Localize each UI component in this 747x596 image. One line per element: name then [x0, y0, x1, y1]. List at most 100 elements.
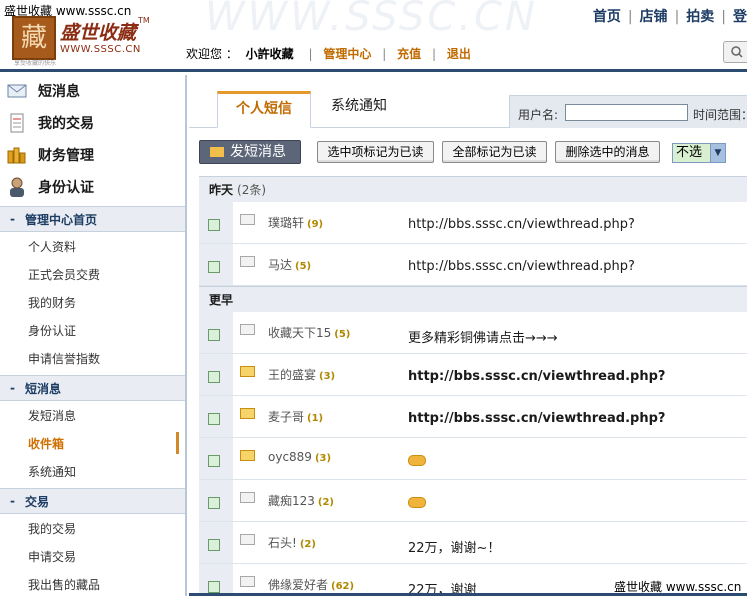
time-range-label: 时间范围： [693, 108, 747, 122]
sidebar-link-apply-trade[interactable]: 申请交易 [0, 542, 185, 570]
envelope-read-icon [240, 256, 255, 267]
nav-home[interactable]: 首页 [593, 9, 621, 25]
row-checkbox[interactable] [208, 455, 220, 467]
selection-dropdown[interactable]: 不选 ▼ [672, 143, 726, 163]
compose-message-button[interactable]: 发短消息 [199, 140, 301, 164]
sidebar-item-finance[interactable]: 财务管理 [0, 139, 185, 171]
row-sender[interactable]: 藏痴123 (2) [268, 492, 334, 509]
user-bar: 欢迎您 ： 小許收藏 | 管理中心 | 充值 | 退出 [186, 47, 471, 61]
table-row[interactable]: 璞璐轩 (9) http://bbs.sssc.cn/viewthread.php… [199, 202, 747, 244]
envelope-read-icon [240, 492, 255, 503]
row-checkbox[interactable] [208, 539, 220, 551]
delete-selected-button[interactable]: 删除选中的消息 [555, 141, 660, 163]
row-subject[interactable]: http://bbs.sssc.cn/viewthread.php? [408, 369, 665, 384]
logo-url: WWW.SSSC.CN [60, 44, 141, 55]
sidebar-item-label: 财务管理 [38, 148, 94, 164]
row-sender[interactable]: 马达 (5) [268, 256, 311, 273]
row-subject[interactable]: http://bbs.sssc.cn/viewthread.php? [408, 411, 665, 426]
nav-auction[interactable]: 拍卖 [686, 9, 714, 25]
row-subject[interactable] [408, 495, 426, 510]
handshake-emoticon-icon [408, 497, 426, 508]
filter-panel: 用户名: 时间范围： [509, 95, 747, 128]
row-sender[interactable]: 石头! (2) [268, 534, 316, 551]
row-sender[interactable]: 王的盛宴 (3) [268, 366, 335, 383]
link-logout[interactable]: 退出 [447, 47, 471, 61]
row-subject[interactable]: http://bbs.sssc.cn/viewthread.php? [408, 259, 635, 274]
welcome-label: 欢迎您 ： [186, 47, 238, 61]
site-header: 盛世收藏 www.sssc.cn WWW.SSSC.CN 藏 盛世收藏 TM W… [0, 0, 747, 72]
envelope-unread-icon [240, 366, 255, 377]
tab-system-notices[interactable]: 系统通知 [313, 91, 405, 128]
table-row[interactable]: oyc889 (3) [199, 438, 747, 480]
message-list: 昨天 (2条) 璞璐轩 (9) http://bbs.sssc.cn/viewthr… [199, 176, 747, 596]
row-sender[interactable]: 收藏天下15 (5) [268, 324, 350, 341]
table-row[interactable]: 石头! (2) 22万，谢谢~！ [199, 522, 747, 564]
row-checkbox[interactable] [208, 219, 220, 231]
sidebar-link-credit-index[interactable]: 申请信誉指数 [0, 344, 185, 372]
username-filter-label: 用户名: [518, 108, 559, 122]
mark-selected-read-button[interactable]: 选中项标记为已读 [317, 141, 434, 163]
logo-seal-icon: 藏 [12, 16, 56, 60]
tab-bar: 个人短信 系统通知 用户名: 时间范围： [189, 75, 747, 128]
search-icon[interactable] [723, 41, 747, 63]
site-logo[interactable]: 藏 盛世收藏 TM WWW.SSSC.CN 享受收藏的快乐 [8, 16, 158, 67]
envelope-icon [6, 80, 28, 102]
link-recharge[interactable]: 充值 [397, 47, 421, 61]
envelope-read-icon [240, 214, 255, 225]
username-filter-input[interactable] [565, 104, 688, 121]
logo-trademark: TM [138, 16, 150, 25]
row-checkbox[interactable] [208, 581, 220, 593]
sidebar-section-trades[interactable]: - 交易 [0, 488, 185, 514]
sidebar-section-admin[interactable]: - 管理中心首页 [0, 206, 185, 232]
table-row[interactable]: 藏痴123 (2) [199, 480, 747, 522]
username[interactable]: 小許收藏 [246, 47, 294, 61]
header-watermark: WWW.SSSC.CN [205, 0, 538, 40]
sidebar-link-compose[interactable]: 发短消息 [0, 401, 185, 429]
row-sender[interactable]: 麦子哥 (1) [268, 408, 323, 425]
nav-shops[interactable]: 店铺 [640, 9, 668, 25]
coins-icon [6, 144, 28, 166]
sidebar-item-messages[interactable]: 短消息 [0, 75, 185, 107]
sidebar-link-my-finance[interactable]: 我的财务 [0, 288, 185, 316]
row-checkbox[interactable] [208, 261, 220, 273]
group-header-earlier: 更早 [199, 286, 747, 312]
logo-tagline: 享受收藏的快乐 [14, 60, 57, 67]
sidebar-link-system-notices[interactable]: 系统通知 [0, 457, 185, 485]
sidebar-section-messages[interactable]: - 短消息 [0, 375, 185, 401]
sidebar-item-trades[interactable]: 我的交易 [0, 107, 185, 139]
sidebar-link-my-trades[interactable]: 我的交易 [0, 514, 185, 542]
sidebar-link-my-listings[interactable]: 我出售的藏品 [0, 570, 185, 596]
sidebar: 短消息 我的交易 财务管理 身份认证 - 管理中心首页 个人资料 正式会员交费 我… [0, 75, 187, 596]
envelope-read-icon [240, 534, 255, 545]
row-subject[interactable]: 更多精彩铜佛请点击→→→ [408, 327, 558, 346]
row-checkbox[interactable] [208, 329, 220, 341]
row-sender[interactable]: 佛缘爱好者 (62) [268, 576, 354, 593]
sidebar-item-label: 短消息 [38, 84, 80, 100]
tab-personal-messages[interactable]: 个人短信 [217, 91, 311, 128]
row-subject[interactable]: 22万，谢谢~！ [408, 537, 500, 556]
logo-name: 盛世收藏 [60, 22, 137, 44]
row-checkbox[interactable] [208, 371, 220, 383]
table-row[interactable]: 马达 (5) http://bbs.sssc.cn/viewthread.php? [199, 244, 747, 286]
row-subject[interactable] [408, 453, 426, 468]
envelope-unread-icon [240, 450, 255, 461]
sidebar-item-label: 我的交易 [38, 116, 94, 132]
table-row[interactable]: 收藏天下15 (5) 更多精彩铜佛请点击→→→ [199, 312, 747, 354]
table-row[interactable]: 王的盛宴 (3) http://bbs.sssc.cn/viewthread.ph… [199, 354, 747, 396]
sidebar-link-identity[interactable]: 身份认证 [0, 316, 185, 344]
sidebar-item-identity[interactable]: 身份认证 [0, 171, 185, 203]
mark-all-read-button[interactable]: 全部标记为已读 [442, 141, 547, 163]
sidebar-link-membership-fee[interactable]: 正式会员交费 [0, 260, 185, 288]
envelope-read-icon [240, 324, 255, 335]
row-sender[interactable]: 璞璐轩 (9) [268, 214, 323, 231]
nav-login[interactable]: 登 [733, 9, 747, 25]
row-subject[interactable]: http://bbs.sssc.cn/viewthread.php? [408, 217, 635, 232]
sidebar-link-inbox[interactable]: 收件箱 [0, 429, 185, 457]
sidebar-item-label: 身份认证 [38, 180, 94, 196]
table-row[interactable]: 麦子哥 (1) http://bbs.sssc.cn/viewthread.php… [199, 396, 747, 438]
row-sender[interactable]: oyc889 (3) [268, 450, 331, 464]
row-checkbox[interactable] [208, 413, 220, 425]
sidebar-link-profile[interactable]: 个人资料 [0, 232, 185, 260]
link-admin-center[interactable]: 管理中心 [323, 47, 371, 61]
row-checkbox[interactable] [208, 497, 220, 509]
